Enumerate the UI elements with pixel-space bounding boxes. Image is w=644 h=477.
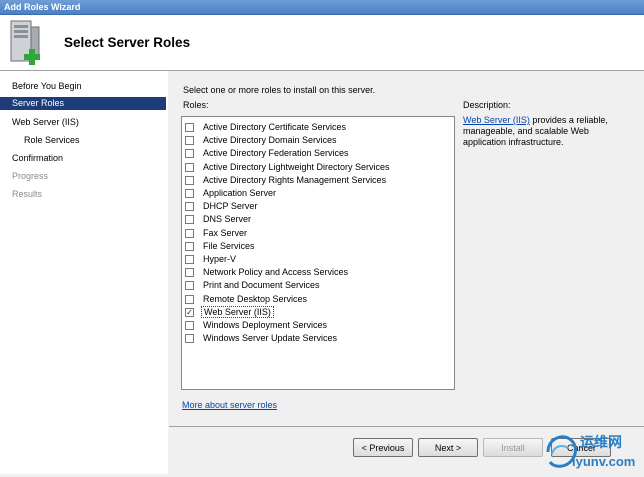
checkbox[interactable] (185, 215, 194, 225)
role-row[interactable]: Active Directory Federation Services (185, 147, 351, 160)
role-label: Network Policy and Access Services (203, 267, 349, 278)
nav-item-progress: Progress (12, 171, 49, 181)
role-row[interactable]: Remote Desktop Services (185, 293, 309, 306)
role-label: Windows Deployment Services (203, 320, 328, 330)
checkbox[interactable] (185, 202, 194, 212)
nav-item-server-roles[interactable]: Server Roles (0, 97, 166, 110)
role-label: Remote Desktop Services (203, 293, 308, 304)
checkbox[interactable] (185, 281, 194, 291)
watermark: 运维网 iyunv.com (540, 428, 644, 476)
role-label: Application Server (203, 188, 277, 198)
role-row[interactable]: Network Policy and Access Services (185, 266, 350, 279)
install-button: Install (483, 438, 543, 457)
role-label: Fax Server (203, 227, 248, 238)
role-row[interactable]: Hyper-V (185, 253, 238, 266)
checkbox[interactable] (185, 136, 194, 146)
role-label: Active Directory Certificate Services (203, 122, 347, 132)
checkbox[interactable] (185, 123, 194, 132)
checkbox[interactable] (185, 175, 194, 185)
checkbox-checked[interactable]: ✓ (185, 307, 194, 317)
checkbox[interactable] (185, 189, 194, 198)
role-label: Print and Document Services (203, 280, 320, 291)
role-row[interactable]: Active Directory Certificate Services (185, 121, 348, 134)
nav-item-confirmation[interactable]: Confirmation (0, 152, 166, 165)
checkbox[interactable] (185, 321, 194, 330)
nav-item-before-you-begin[interactable]: Before You Begin (0, 80, 166, 93)
role-row[interactable]: ✓ Web Server (IIS) (185, 306, 274, 319)
role-label: DHCP Server (203, 201, 258, 212)
description-text: Web Server (IIS) provides a reliable, ma… (463, 115, 633, 148)
role-label: DNS Server (203, 214, 252, 225)
role-row[interactable]: DHCP Server (185, 200, 259, 213)
wizard-step-nav: Before You Begin Server Roles Web Server… (0, 71, 168, 474)
description-link[interactable]: Web Server (IIS) (463, 115, 530, 125)
role-row[interactable]: Print and Document Services (185, 279, 322, 292)
nav-item-role-services[interactable]: Role Services (0, 134, 166, 147)
checkbox[interactable] (185, 268, 194, 278)
role-row[interactable]: File Services (185, 240, 257, 253)
roles-list[interactable]: Active Directory Certificate Services Act… (181, 116, 455, 390)
role-label: Active Directory Domain Services (203, 135, 337, 146)
role-label: Windows Server Update Services (203, 333, 338, 344)
role-row[interactable]: DNS Server (185, 213, 253, 226)
window-title: Add Roles Wizard (0, 0, 644, 15)
checkbox[interactable] (185, 255, 194, 264)
checkbox[interactable] (185, 228, 194, 238)
checkbox[interactable] (185, 294, 194, 304)
role-row[interactable]: Windows Deployment Services (185, 319, 329, 332)
page-title: Select Server Roles (64, 35, 191, 50)
checkbox[interactable] (185, 241, 194, 251)
nav-item-results: Results (12, 189, 43, 199)
checkbox[interactable] (185, 162, 194, 172)
role-row[interactable]: Active Directory Lightweight Directory S… (185, 161, 392, 174)
main-content: Select one or more roles to install on t… (169, 71, 644, 426)
role-label: Active Directory Federation Services (203, 148, 349, 159)
role-row[interactable]: Windows Server Update Services (185, 332, 339, 345)
watermark-text-cn: 运维网 (580, 434, 622, 450)
role-label: Web Server (IIS) (201, 306, 274, 319)
nav-item-web-server-iis[interactable]: Web Server (IIS) (0, 116, 166, 129)
checkbox[interactable] (185, 334, 194, 344)
role-row[interactable]: Active Directory Domain Services (185, 134, 339, 147)
role-row[interactable]: Active Directory Rights Management Servi… (185, 174, 388, 187)
checkbox[interactable] (185, 149, 194, 159)
role-row[interactable]: Fax Server (185, 227, 249, 240)
wizard-header: Select Server Roles (0, 15, 644, 71)
previous-button[interactable]: < Previous (353, 438, 413, 457)
description-label: Description: (463, 100, 511, 110)
roles-label: Roles: (183, 100, 209, 110)
role-label: Active Directory Rights Management Servi… (203, 174, 387, 185)
instruction-text: Select one or more roles to install on t… (183, 85, 376, 95)
role-row[interactable]: Application Server (185, 187, 278, 200)
watermark-text-url: iyunv.com (572, 454, 636, 469)
role-label: Active Directory Lightweight Directory S… (203, 161, 390, 172)
role-label: Hyper-V (203, 254, 237, 264)
next-button[interactable]: Next > (418, 438, 478, 457)
role-label: File Services (203, 240, 255, 251)
server-add-icon (10, 20, 40, 65)
more-about-server-roles-link[interactable]: More about server roles (182, 400, 277, 410)
